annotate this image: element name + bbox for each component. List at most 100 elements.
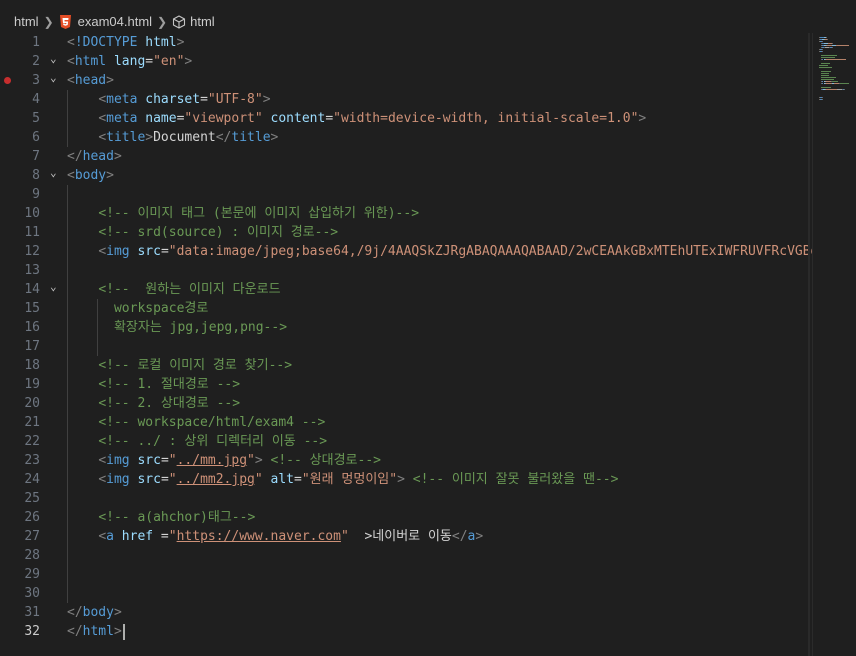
code-token: 확장자는 jpg,jepg,png--> — [67, 320, 288, 335]
code-token: </ — [67, 624, 83, 639]
code-line[interactable]: 29 — [0, 565, 812, 584]
minimap-stroke — [819, 37, 824, 38]
code-token: = — [153, 529, 169, 544]
code-line[interactable]: 4 <meta charset="UTF-8"> — [0, 90, 812, 109]
code-line[interactable]: 23 <img src="../mm.jpg"> <!-- 상대경로--> — [0, 451, 812, 470]
code-token: href — [121, 529, 154, 544]
code-line[interactable]: 2 ⌄ <html lang="en"> — [0, 52, 812, 71]
code-line[interactable]: 8 ⌄ <body> — [0, 166, 812, 185]
code-text: <img src="../mm.jpg"> <!-- 상대경로--> — [67, 451, 381, 470]
code-token: < — [98, 130, 107, 145]
code-line[interactable]: 22 <!-- ../ : 상위 디렉터리 이동 --> — [0, 432, 812, 451]
line-number: 18 — [24, 358, 40, 373]
code-line[interactable]: 19 <!-- 1. 절대경로 --> — [0, 375, 812, 394]
line-number: 15 — [24, 301, 40, 316]
code-line[interactable]: 27 <a href ="https://www.naver.com" >네이버… — [0, 527, 812, 546]
code-line[interactable]: 30 — [0, 584, 812, 603]
code-token: = — [160, 244, 169, 259]
line-number: 28 — [24, 548, 40, 563]
code-line[interactable]: 21 <!-- workspace/html/exam4 --> — [0, 413, 812, 432]
code-line[interactable]: 6 <title>Document</title> — [0, 128, 812, 147]
code-line[interactable]: 28 — [0, 546, 812, 565]
code-line[interactable]: 11 <!-- srd(source) : 이미지 경로--> — [0, 223, 812, 242]
line-number: 22 — [24, 434, 40, 449]
code-token: </ — [67, 149, 83, 164]
code-token: title — [231, 130, 271, 145]
code-line[interactable]: 18 <!-- 로컬 이미지 경로 찾기--> — [0, 356, 812, 375]
line-number: 29 — [24, 567, 40, 582]
fold-chevron-icon[interactable]: ⌄ — [50, 277, 60, 296]
code-token: "data:image/jpeg;base64,/9j/4AAQSkZJRgAB… — [168, 244, 856, 259]
code-token: img — [106, 472, 130, 487]
code-token: ../mm2.jpg — [176, 472, 255, 487]
fold-chevron-icon[interactable]: ⌄ — [50, 163, 60, 182]
code-token: "UTF-8" — [207, 92, 263, 107]
breadcrumb-item-file[interactable]: exam04.html — [78, 14, 152, 29]
code-text: <head> — [67, 71, 114, 90]
line-number: 14 — [24, 282, 40, 297]
minimap-stroke — [826, 37, 827, 38]
code-token: < — [98, 529, 107, 544]
code-token: name — [145, 111, 177, 126]
code-token: <!-- srd(source) : 이미지 경로--> — [98, 225, 339, 240]
code-line[interactable]: 10 <!-- 이미지 태그 (본문에 이미지 삽입하기 위한)--> — [0, 204, 812, 223]
code-line[interactable]: 14 ⌄ <!-- 원하는 이미지 다운로드 — [0, 280, 812, 299]
code-line[interactable]: 1 <!DOCTYPE html> — [0, 33, 812, 52]
line-number: 12 — [24, 244, 40, 259]
fold-chevron-icon[interactable]: ⌄ — [50, 49, 60, 68]
code-token: "en" — [153, 54, 185, 69]
code-line[interactable]: 15 workspace경로 — [0, 299, 812, 318]
line-number: 16 — [24, 320, 40, 335]
fold-chevron-icon[interactable]: ⌄ — [50, 68, 60, 87]
minimap[interactable] — [812, 33, 856, 656]
code-token: <!-- 2. 상대경로 --> — [98, 396, 241, 411]
line-number: 24 — [24, 472, 40, 487]
code-token: lang — [113, 54, 146, 69]
code-token: src — [137, 453, 161, 468]
line-number: 11 — [24, 225, 40, 240]
code-line[interactable]: 26 <!-- a(ahchor)태그--> — [0, 508, 812, 527]
minimap-stroke — [825, 59, 846, 60]
code-line[interactable]: 5 <meta name="viewport" content="width=d… — [0, 109, 812, 128]
code-token: > — [184, 54, 193, 69]
code-line[interactable]: 9 — [0, 185, 812, 204]
code-token: img — [106, 453, 130, 468]
code-token: </ — [67, 605, 83, 620]
code-text: <img src="data:image/jpeg;base64,/9j/4AA… — [67, 242, 856, 261]
code-line[interactable]: 3 ⌄ <head> — [0, 71, 812, 90]
minimap-stroke — [831, 43, 832, 44]
code-line[interactable]: 17 — [0, 337, 812, 356]
code-line[interactable]: 7 </head> — [0, 147, 812, 166]
code-line[interactable]: 31 </body> — [0, 603, 812, 622]
code-token: title — [106, 130, 146, 145]
line-number: 27 — [24, 529, 40, 544]
code-line[interactable]: 25 — [0, 489, 812, 508]
code-line[interactable]: 20 <!-- 2. 상대경로 --> — [0, 394, 812, 413]
code-token: <!-- 로컬 이미지 경로 찾기--> — [98, 358, 293, 373]
code-text: workspace경로 — [67, 299, 208, 318]
code-token: <!-- workspace/html/exam4 --> — [98, 415, 326, 430]
code-text: <!-- 원하는 이미지 다운로드 — [67, 280, 280, 299]
code-token: < — [98, 472, 107, 487]
code-token: > — [106, 168, 114, 183]
code-token: html — [74, 54, 107, 69]
code-line[interactable]: 32 </html> — [0, 622, 812, 641]
code-line[interactable]: 16 확장자는 jpg,jepg,png--> — [0, 318, 812, 337]
code-token: > — [113, 624, 122, 639]
breadcrumb-item-folder[interactable]: html — [14, 14, 39, 29]
breadcrumb-item-symbol[interactable]: html — [190, 14, 215, 29]
vertical-scrollbar[interactable] — [808, 33, 810, 656]
minimap-stroke — [832, 47, 833, 48]
code-token: !DOCTYPE — [74, 35, 138, 50]
code-line[interactable]: 13 — [0, 261, 812, 280]
line-number: 26 — [24, 510, 40, 525]
code-token: " — [247, 453, 255, 468]
code-line[interactable]: 24 <img src="../mm2.jpg" alt="원래 멍멍이임"> … — [0, 470, 812, 489]
code-line[interactable]: 12 <img src="data:image/jpeg;base64,/9j/… — [0, 242, 856, 261]
code-editor[interactable]: 1 <!DOCTYPE html> 2 ⌄ <html lang="en"> 3 ⌄ <hea… — [0, 33, 856, 656]
code-token: meta — [106, 92, 138, 107]
